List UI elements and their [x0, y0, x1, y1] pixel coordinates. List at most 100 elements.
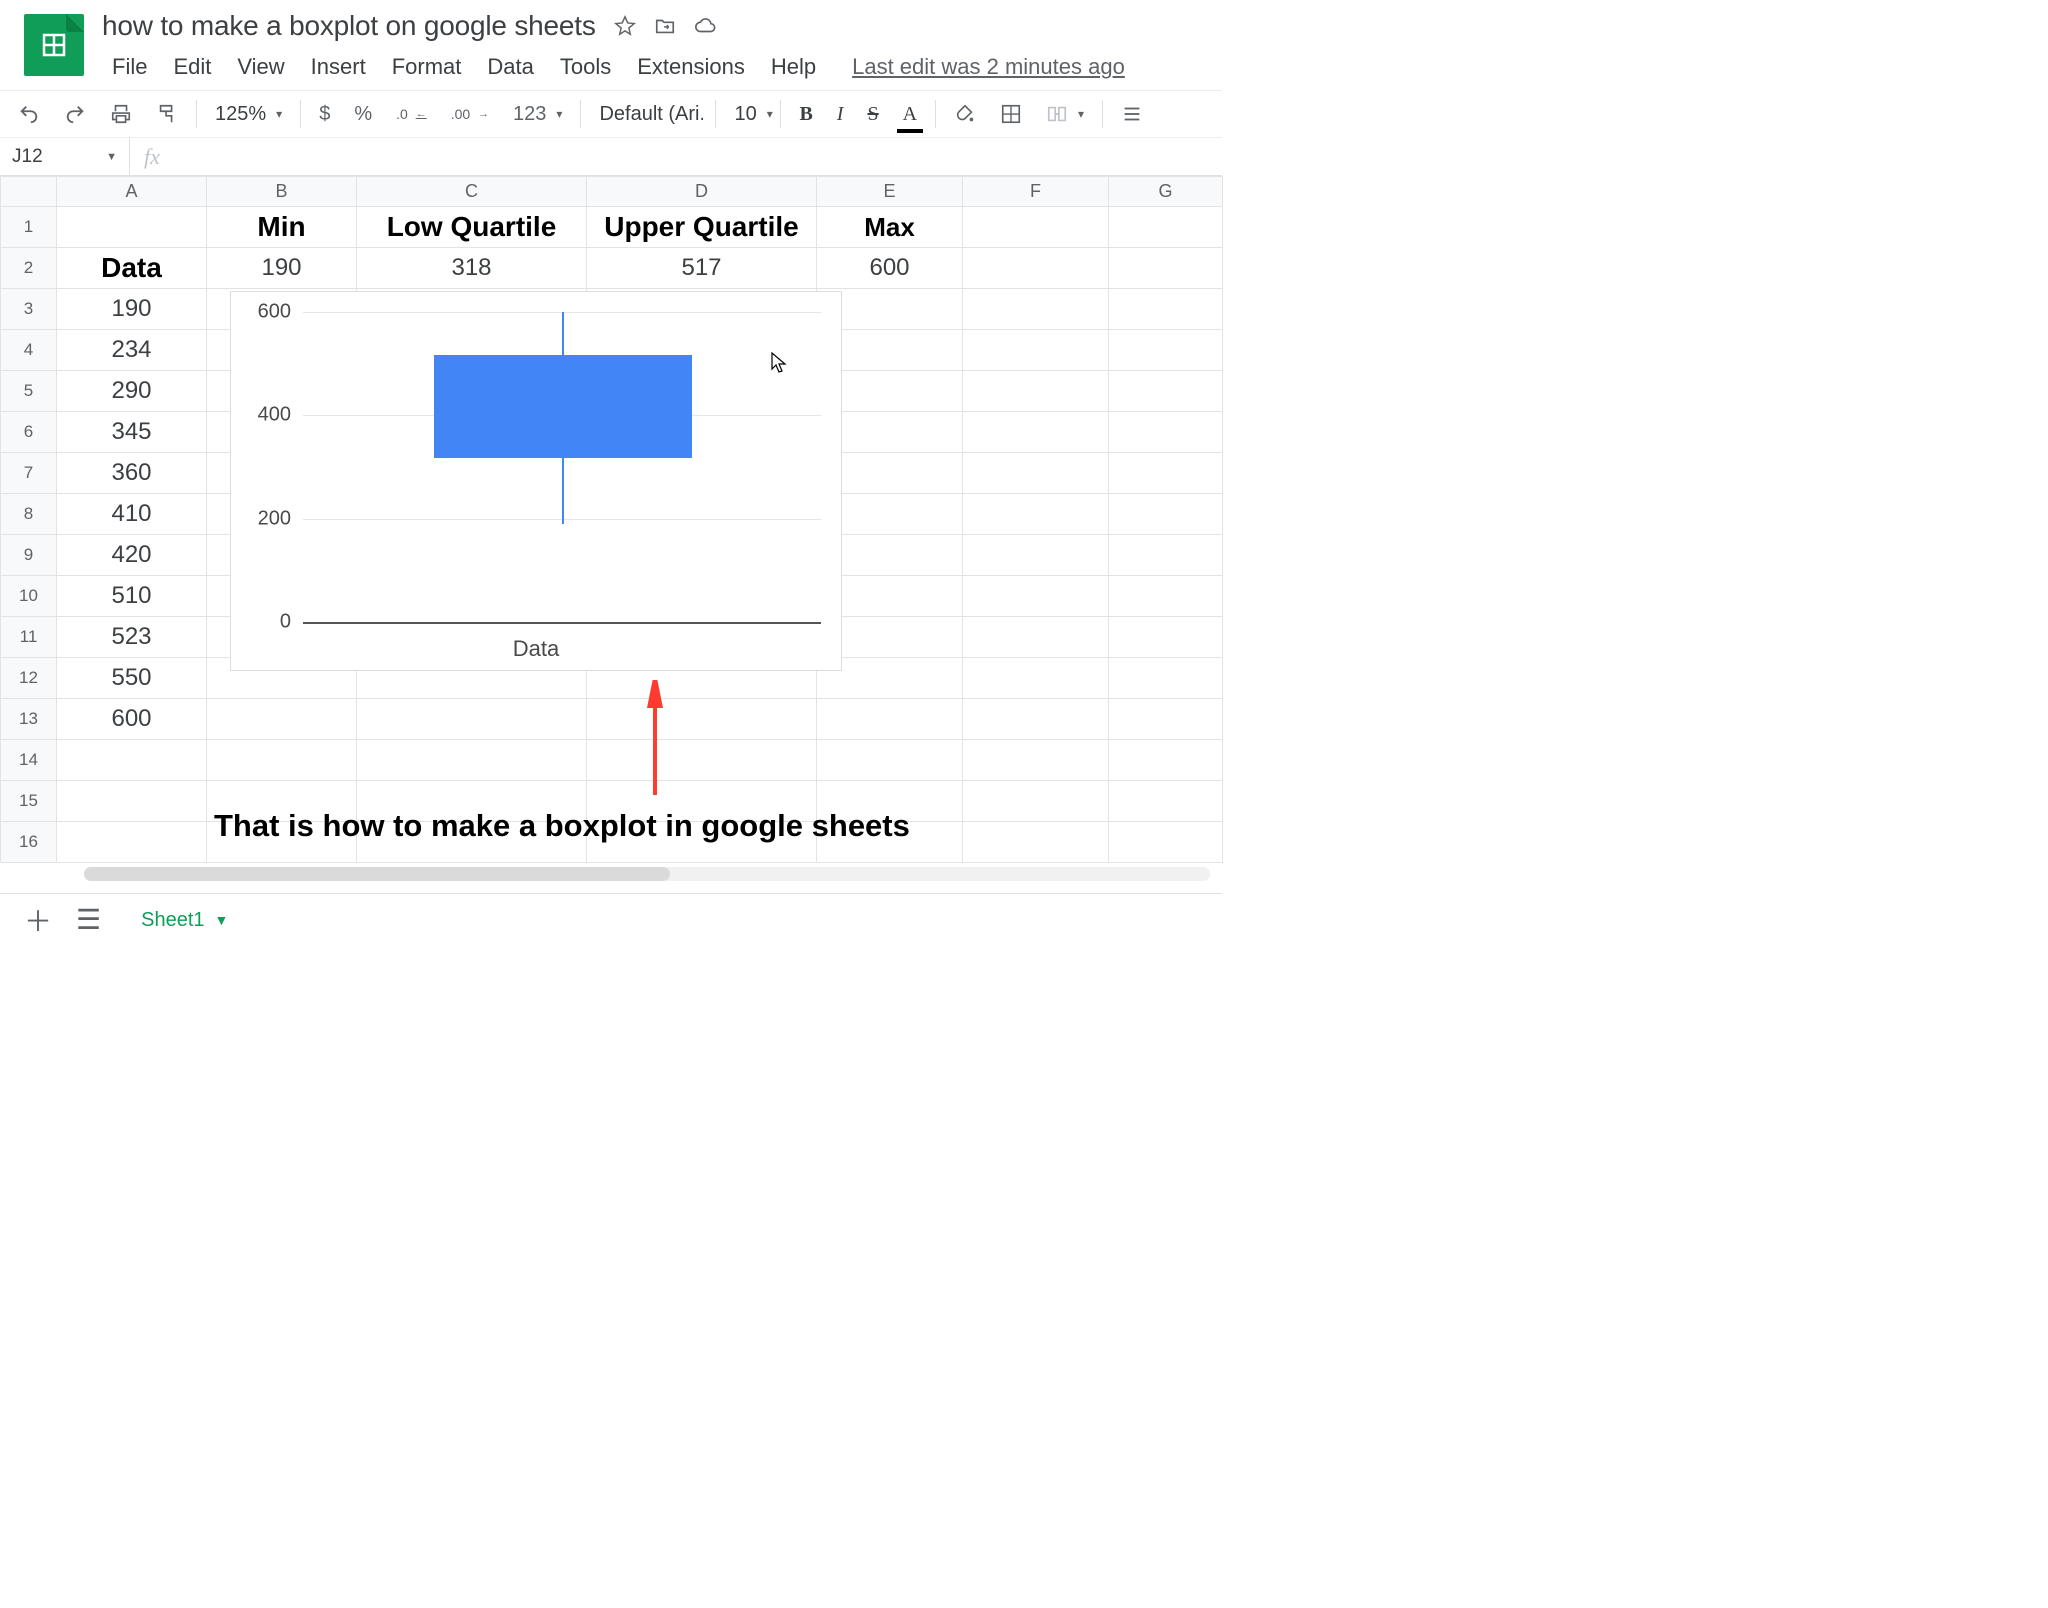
menu-insert[interactable]: Insert: [301, 50, 376, 84]
font-family-select[interactable]: Default (Ari...: [593, 99, 703, 130]
name-box[interactable]: J12 ▼: [0, 138, 130, 175]
decrease-decimal-button[interactable]: .0 ←: [390, 102, 433, 126]
cell[interactable]: 290: [57, 371, 207, 412]
menu-file[interactable]: File: [102, 50, 157, 84]
menu-view[interactable]: View: [227, 50, 294, 84]
bold-button[interactable]: B: [793, 99, 818, 130]
cell[interactable]: [817, 699, 963, 740]
cell[interactable]: [1109, 248, 1223, 289]
cell[interactable]: 190: [57, 289, 207, 330]
cell[interactable]: [963, 617, 1109, 658]
cell[interactable]: [1109, 412, 1223, 453]
cell[interactable]: 523: [57, 617, 207, 658]
zoom-select[interactable]: 125%: [209, 99, 288, 130]
cell[interactable]: [357, 699, 587, 740]
print-icon[interactable]: [104, 99, 138, 129]
cell[interactable]: [587, 740, 817, 781]
namebox-dropdown-icon[interactable]: ▼: [106, 151, 117, 163]
cell[interactable]: [1109, 453, 1223, 494]
cell[interactable]: 517: [587, 248, 817, 289]
star-icon[interactable]: [614, 15, 636, 37]
cell[interactable]: Low Quartile: [357, 207, 587, 248]
row-header[interactable]: 9: [1, 535, 57, 576]
cell[interactable]: [963, 535, 1109, 576]
row-header[interactable]: 15: [1, 781, 57, 822]
menu-edit[interactable]: Edit: [163, 50, 221, 84]
cell[interactable]: [57, 822, 207, 863]
col-header-B[interactable]: B: [207, 177, 357, 207]
menu-format[interactable]: Format: [382, 50, 472, 84]
row-header[interactable]: 1: [1, 207, 57, 248]
row-header[interactable]: 10: [1, 576, 57, 617]
cell[interactable]: 234: [57, 330, 207, 371]
cell[interactable]: [207, 699, 357, 740]
row-header[interactable]: 6: [1, 412, 57, 453]
cell[interactable]: [963, 494, 1109, 535]
cell[interactable]: [963, 453, 1109, 494]
cell[interactable]: [963, 371, 1109, 412]
horizontal-align-icon[interactable]: [1115, 99, 1149, 129]
cell[interactable]: [1109, 494, 1223, 535]
col-header-C[interactable]: C: [357, 177, 587, 207]
spreadsheet-grid[interactable]: A B C D E F G 1 Min Low Quartile Upper Q…: [0, 176, 1222, 863]
move-folder-icon[interactable]: [654, 15, 676, 37]
last-edit-link[interactable]: Last edit was 2 minutes ago: [852, 54, 1125, 80]
cell[interactable]: [963, 576, 1109, 617]
document-title[interactable]: how to make a boxplot on google sheets: [102, 8, 596, 44]
row-header[interactable]: 2: [1, 248, 57, 289]
cell[interactable]: [1109, 617, 1223, 658]
cell[interactable]: [1109, 740, 1223, 781]
row-header[interactable]: 11: [1, 617, 57, 658]
merge-cells-icon[interactable]: [1040, 99, 1090, 129]
cell[interactable]: 600: [817, 248, 963, 289]
redo-icon[interactable]: [58, 99, 92, 129]
menu-data[interactable]: Data: [477, 50, 543, 84]
menu-help[interactable]: Help: [761, 50, 826, 84]
cell[interactable]: 550: [57, 658, 207, 699]
paint-format-icon[interactable]: [150, 99, 184, 129]
cell[interactable]: [963, 248, 1109, 289]
cell[interactable]: [57, 207, 207, 248]
row-header[interactable]: 13: [1, 699, 57, 740]
horizontal-scrollbar[interactable]: [84, 867, 1210, 881]
cell[interactable]: 420: [57, 535, 207, 576]
format-currency-button[interactable]: $: [313, 99, 336, 130]
sheet-tab-menu-icon[interactable]: ▼: [215, 912, 229, 928]
cell[interactable]: 360: [57, 453, 207, 494]
menu-tools[interactable]: Tools: [550, 50, 621, 84]
row-header[interactable]: 14: [1, 740, 57, 781]
cell[interactable]: [587, 699, 817, 740]
scrollbar-thumb[interactable]: [84, 867, 670, 881]
cell[interactable]: [963, 781, 1109, 822]
cell[interactable]: [1109, 330, 1223, 371]
cell[interactable]: [1109, 576, 1223, 617]
cell[interactable]: [1109, 371, 1223, 412]
text-color-button[interactable]: A: [897, 99, 923, 130]
col-header-E[interactable]: E: [817, 177, 963, 207]
row-header[interactable]: 16: [1, 822, 57, 863]
cell[interactable]: [963, 412, 1109, 453]
cell[interactable]: 600: [57, 699, 207, 740]
format-percent-button[interactable]: %: [348, 99, 378, 130]
cell[interactable]: [963, 330, 1109, 371]
cell[interactable]: 318: [357, 248, 587, 289]
cell[interactable]: Max: [817, 207, 963, 248]
sheets-logo-icon[interactable]: [24, 14, 84, 76]
number-format-select[interactable]: 123: [507, 99, 568, 130]
undo-icon[interactable]: [12, 99, 46, 129]
increase-decimal-button[interactable]: .00 →: [445, 102, 495, 126]
cell[interactable]: [1109, 699, 1223, 740]
row-header[interactable]: 12: [1, 658, 57, 699]
strikethrough-button[interactable]: S: [861, 99, 884, 130]
row-header[interactable]: 3: [1, 289, 57, 330]
cell[interactable]: [963, 658, 1109, 699]
cell[interactable]: Upper Quartile: [587, 207, 817, 248]
italic-button[interactable]: I: [831, 99, 850, 130]
cell[interactable]: Min: [207, 207, 357, 248]
row-header[interactable]: 5: [1, 371, 57, 412]
cell[interactable]: [963, 289, 1109, 330]
cell[interactable]: 345: [57, 412, 207, 453]
cell[interactable]: 510: [57, 576, 207, 617]
cell[interactable]: [357, 740, 587, 781]
fill-color-icon[interactable]: [948, 99, 982, 129]
